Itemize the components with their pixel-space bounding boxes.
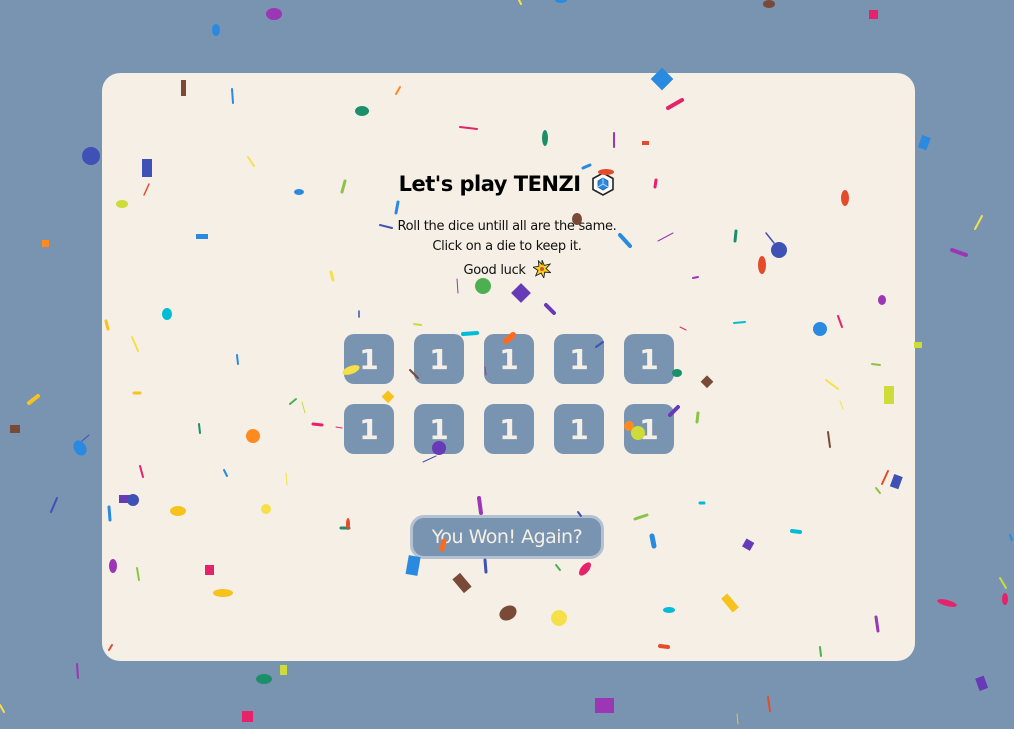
instruction-line-3: Good luck bbox=[0, 260, 1014, 278]
sparkle-icon bbox=[532, 260, 551, 278]
title-text: Let's play TENZI bbox=[398, 172, 581, 196]
die-4[interactable]: 1 bbox=[554, 334, 604, 384]
die-2[interactable]: 1 bbox=[414, 334, 464, 384]
die-9[interactable]: 1 bbox=[554, 404, 604, 454]
good-luck-text: Good luck bbox=[463, 263, 526, 278]
die-7[interactable]: 1 bbox=[414, 404, 464, 454]
die-3[interactable]: 1 bbox=[484, 334, 534, 384]
die-5[interactable]: 1 bbox=[624, 334, 674, 384]
die-6[interactable]: 1 bbox=[344, 404, 394, 454]
play-again-button[interactable]: You Won! Again? bbox=[410, 515, 604, 559]
die-10[interactable]: 1 bbox=[624, 404, 674, 454]
instruction-line-2: Click on a die to keep it. bbox=[432, 239, 582, 254]
die-8[interactable]: 1 bbox=[484, 404, 534, 454]
instruction-line-1: Roll the dice untill all are the same. bbox=[397, 219, 617, 234]
die-1[interactable]: 1 bbox=[344, 334, 394, 384]
dice-icon bbox=[592, 172, 615, 196]
page-title: Let's play TENZI bbox=[0, 172, 1014, 196]
